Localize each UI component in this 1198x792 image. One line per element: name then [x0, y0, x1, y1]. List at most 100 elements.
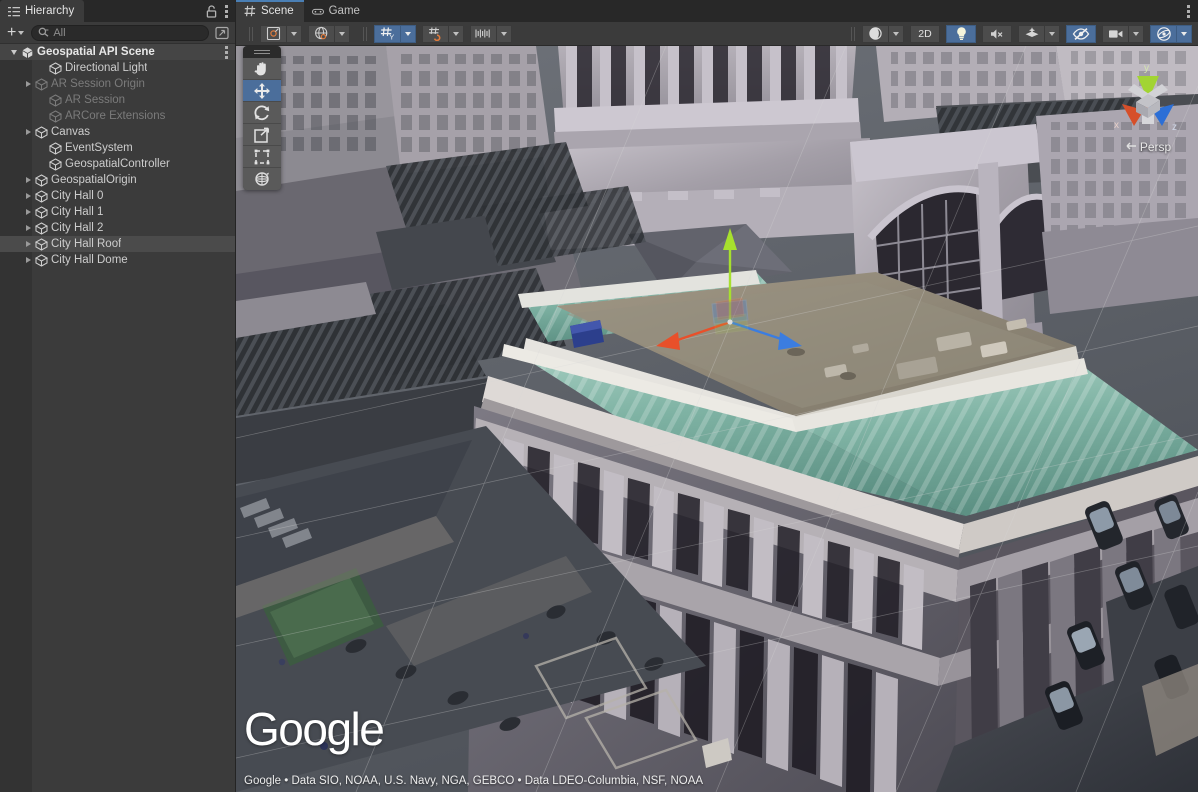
hierarchy-item-arcore-extensions[interactable]: ARCore Extensions	[0, 108, 235, 124]
sort-icon[interactable]	[213, 25, 231, 41]
svg-text:x: x	[1114, 120, 1119, 131]
scene-lighting-toggle[interactable]	[946, 25, 976, 43]
lightbulb-icon	[955, 26, 968, 41]
hierarchy-item-eventsystem[interactable]: EventSystem	[0, 140, 235, 156]
scale-tool[interactable]	[243, 124, 281, 146]
camera-settings-button[interactable]	[1102, 25, 1128, 43]
scene-viewport[interactable]: z x y	[236, 46, 1198, 792]
fx-dropdown[interactable]	[1044, 25, 1060, 43]
gizmos-dropdown[interactable]	[1176, 25, 1192, 43]
expand-arrow-icon[interactable]	[22, 172, 34, 188]
hierarchy-menu-icon[interactable]	[225, 5, 228, 18]
snap-increment-dropdown[interactable]	[448, 25, 464, 43]
hierarchy-tree[interactable]: Geospatial API Scene Directional Light AR …	[0, 44, 235, 792]
hierarchy-item-city-hall-1[interactable]: City Hall 1	[0, 204, 235, 220]
hierarchy-item-ar-session-origin[interactable]: AR Session Origin	[0, 76, 235, 92]
shading-mode-dropdown[interactable]	[888, 25, 904, 43]
gamepad-icon	[312, 5, 324, 17]
chevron-down-icon	[1049, 32, 1055, 36]
gizmos-toggle[interactable]	[1150, 25, 1176, 43]
pivot-toggle[interactable]	[260, 25, 286, 43]
tab-hierarchy-label: Hierarchy	[25, 5, 74, 17]
hierarchy-item-ar-session[interactable]: AR Session	[0, 92, 235, 108]
scene-menu-icon[interactable]	[1187, 5, 1190, 18]
gameobject-icon	[34, 189, 48, 203]
expand-arrow-icon[interactable]	[22, 236, 34, 252]
chevron-down-icon	[291, 32, 297, 36]
tab-hierarchy[interactable]: Hierarchy	[0, 0, 84, 22]
hierarchy-item-city-hall-0[interactable]: City Hall 0	[0, 188, 235, 204]
expand-arrow-icon[interactable]	[22, 204, 34, 220]
handle-space-toggle[interactable]	[308, 25, 334, 43]
scene-3d-render	[236, 46, 1198, 792]
grid-size-toggle[interactable]	[470, 25, 496, 43]
projection-label-row[interactable]: Persp	[1106, 140, 1190, 154]
expand-arrow-icon[interactable]	[22, 252, 34, 268]
hierarchy-item-label: Canvas	[51, 126, 90, 138]
chevron-down-icon	[339, 32, 345, 36]
hierarchy-item-city-hall-dome[interactable]: City Hall Dome	[0, 252, 235, 268]
camera-settings-dropdown[interactable]	[1128, 25, 1144, 43]
ruler-icon	[475, 27, 492, 40]
search-input[interactable]	[53, 27, 202, 39]
expand-arrow-icon[interactable]	[22, 124, 34, 140]
create-gameobject-button[interactable]: +	[4, 24, 27, 42]
camera-icon	[1108, 28, 1124, 40]
fx-toggle[interactable]	[1018, 25, 1044, 43]
tab-game-label: Game	[329, 5, 360, 17]
chevron-down-icon	[18, 31, 24, 35]
snap-increment-toggle[interactable]	[422, 25, 448, 43]
persp-lock-icon	[1125, 140, 1137, 154]
svg-text:z: z	[1172, 122, 1177, 133]
search-field[interactable]	[31, 25, 209, 41]
expand-arrow-icon[interactable]	[22, 220, 34, 236]
lock-icon[interactable]	[206, 5, 217, 18]
hierarchy-item-label: Directional Light	[65, 62, 147, 74]
hierarchy-item-geospatialcontroller[interactable]: GeospatialController	[0, 156, 235, 172]
hierarchy-item-city-hall-roof[interactable]: City Hall Roof	[0, 236, 235, 252]
transform-tool[interactable]	[243, 168, 281, 190]
scene-audio-toggle[interactable]	[982, 25, 1012, 43]
collapse-arrow-icon[interactable]	[8, 44, 20, 60]
hierarchy-item-geospatialorigin[interactable]: GeospatialOrigin	[0, 172, 235, 188]
hierarchy-icon	[8, 5, 20, 17]
2d-toggle-label: 2D	[918, 28, 931, 40]
2d-toggle[interactable]: 2D	[910, 25, 940, 43]
handle-space-dropdown[interactable]	[334, 25, 350, 43]
gameobject-icon	[34, 253, 48, 267]
scene-lighting-group	[946, 25, 976, 43]
hierarchy-item-directional-light[interactable]: Directional Light	[0, 60, 235, 76]
scene-context-menu-icon[interactable]	[225, 46, 228, 59]
expand-arrow-icon[interactable]	[22, 188, 34, 204]
unity-scene-icon	[20, 45, 34, 59]
hierarchy-item-geospatial-api-scene[interactable]: Geospatial API Scene	[0, 44, 235, 60]
grid-size-dropdown[interactable]	[496, 25, 512, 43]
grid-snapping-toggle[interactable]: Y	[374, 25, 400, 43]
gameobject-icon	[34, 173, 48, 187]
drag-handle-icon[interactable]	[243, 46, 281, 58]
tab-scene[interactable]: Scene	[236, 0, 304, 22]
gameobject-icon	[48, 141, 62, 155]
scene-visibility-toggle[interactable]	[1066, 25, 1096, 43]
hierarchy-item-canvas[interactable]: Canvas	[0, 124, 235, 140]
expand-arrow-icon[interactable]	[22, 76, 34, 92]
scene-grid-icon	[244, 5, 256, 17]
shaded-sphere-icon	[868, 26, 883, 41]
hand-tool[interactable]	[243, 58, 281, 80]
rotate-tool[interactable]	[243, 102, 281, 124]
hierarchy-panel: Hierarchy +	[0, 0, 236, 792]
hierarchy-item-city-hall-2[interactable]: City Hall 2	[0, 220, 235, 236]
scene-audio-group	[982, 25, 1012, 43]
pivot-dropdown[interactable]	[286, 25, 302, 43]
move-tool[interactable]	[243, 80, 281, 102]
svg-text:Y: Y	[389, 33, 394, 41]
hierarchy-item-label: City Hall Dome	[51, 254, 128, 266]
rect-tool[interactable]	[243, 146, 281, 168]
grid-snap-dropdown[interactable]	[400, 25, 416, 43]
transform-icon	[253, 170, 271, 188]
tab-game[interactable]: Game	[304, 0, 370, 22]
eye-off-icon	[1072, 27, 1090, 41]
shading-mode-button[interactable]	[862, 25, 888, 43]
toolbar-divider	[249, 27, 253, 41]
fx-group	[1018, 25, 1060, 43]
